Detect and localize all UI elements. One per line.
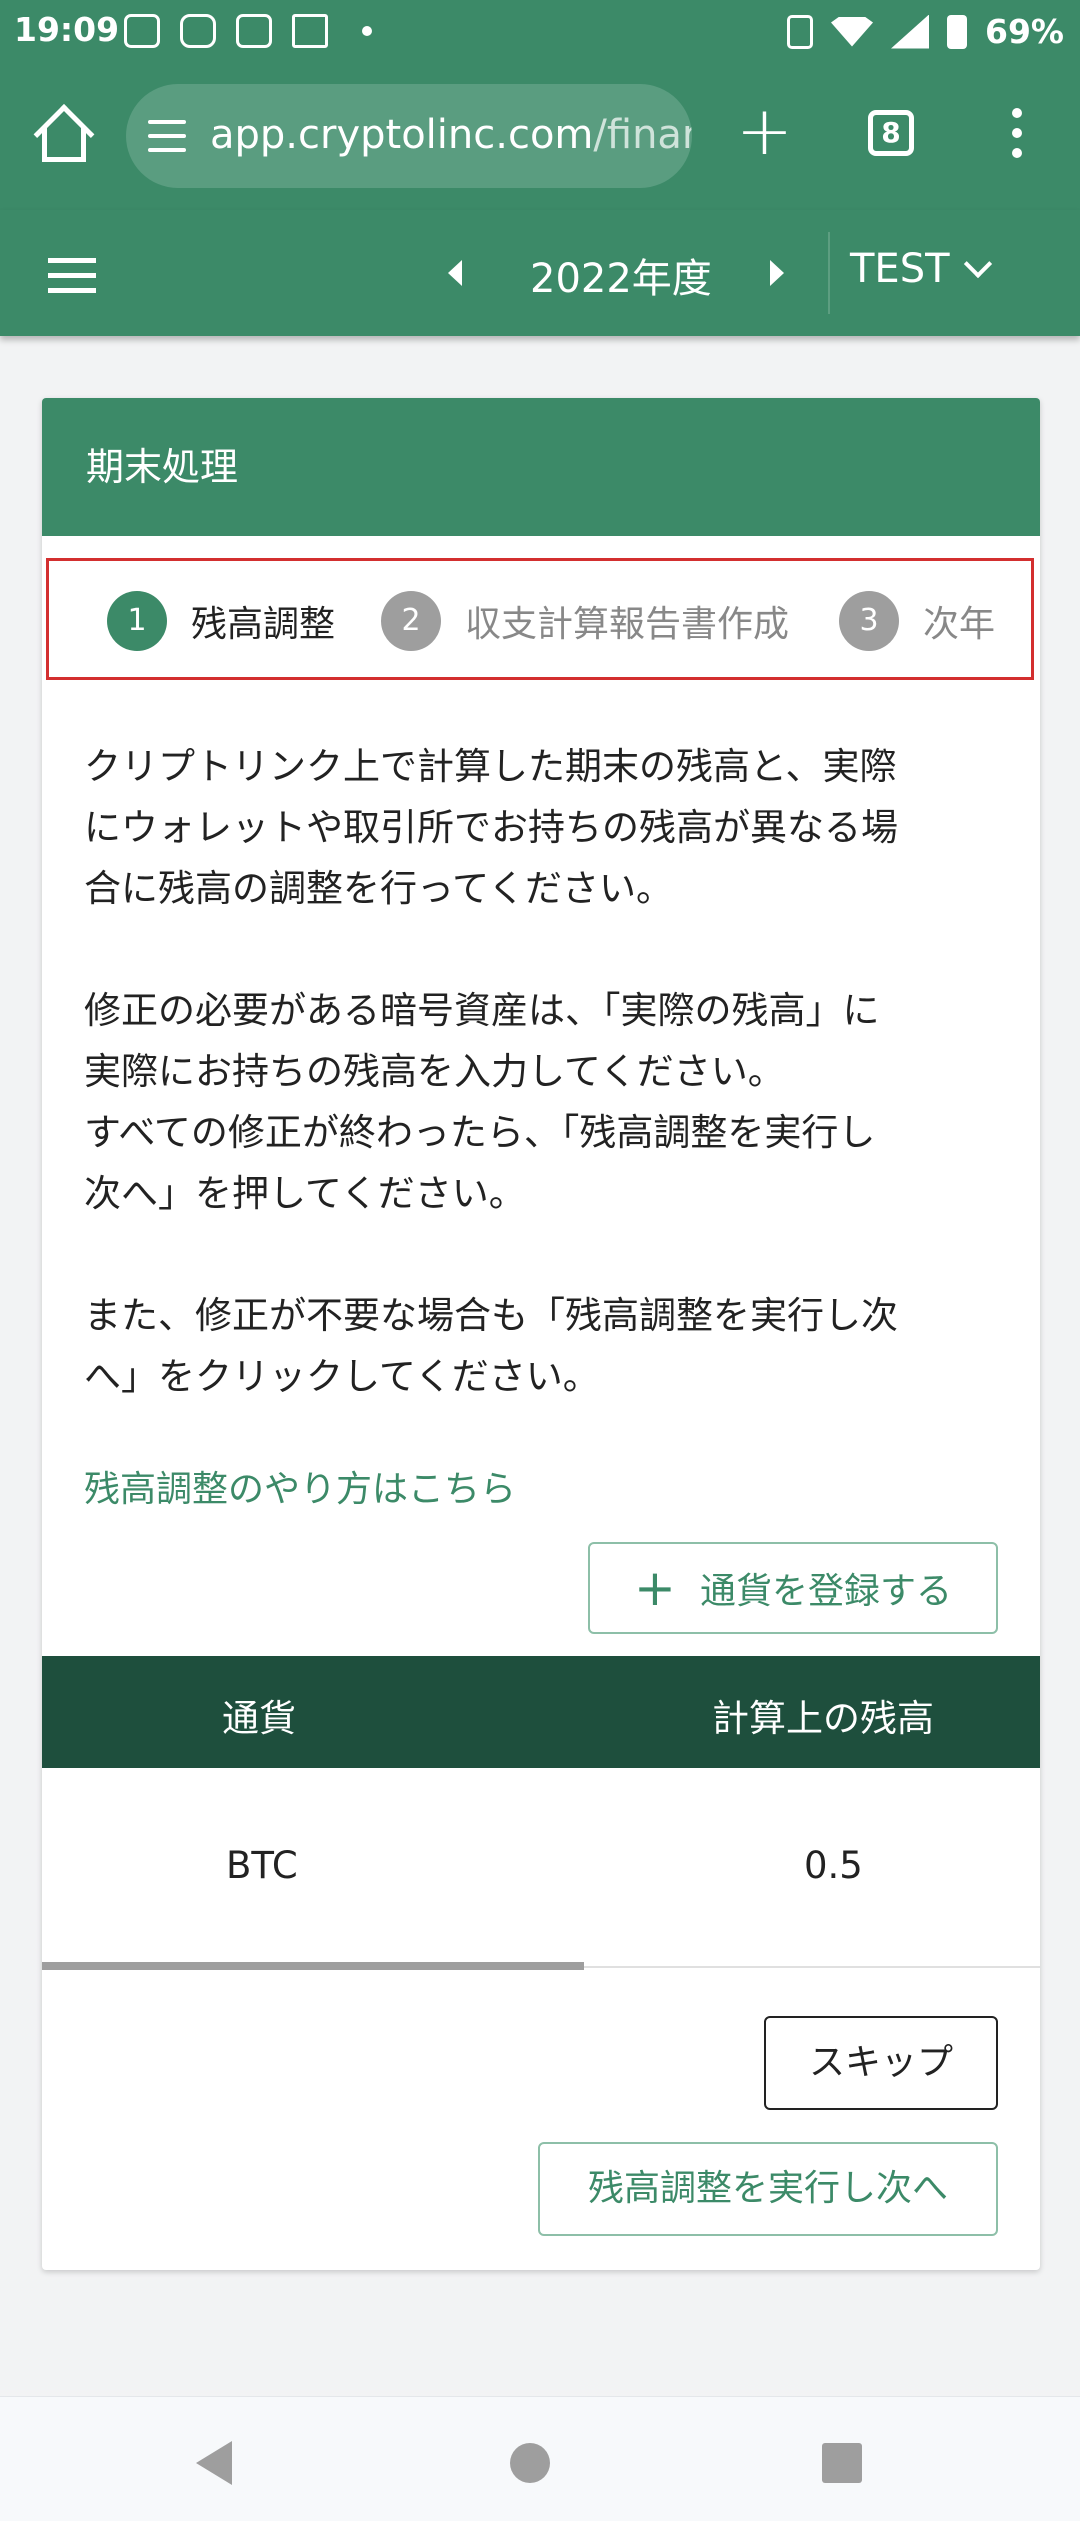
notification-icons — [124, 14, 372, 48]
address-bar[interactable]: app.cryptolinc.com/finar — [126, 84, 692, 188]
next-year-icon[interactable] — [770, 260, 784, 286]
step-number: 3 — [839, 591, 899, 651]
site-settings-icon[interactable] — [148, 120, 186, 152]
app-bar: 2022年度 TEST — [0, 210, 1080, 336]
add-currency-label: 通貨を登録する — [699, 1571, 952, 1612]
vibrate-icon — [787, 14, 813, 49]
sim-icon — [124, 14, 160, 48]
more-menu-icon[interactable] — [1012, 108, 1022, 168]
home-icon[interactable] — [36, 106, 92, 166]
table-header: 通貨 計算上の残高 — [42, 1656, 1040, 1768]
system-icons: 69% — [787, 12, 1064, 51]
battery-icon — [947, 14, 967, 49]
step-label: 収支計算報告書作成 — [465, 604, 790, 645]
step-number: 1 — [107, 591, 167, 651]
step-2: 2 収支計算報告書作成 — [381, 591, 789, 651]
instruction-line: へ」をクリックしてください。 — [84, 1355, 600, 1398]
appbar-divider — [828, 232, 830, 314]
instruction-line: 実際にお持ちの残高を入力してください。 — [84, 1050, 785, 1093]
plus-icon: + — [634, 1559, 676, 1617]
run-adjustment-next-button[interactable]: 残高調整を実行し次へ — [538, 2142, 998, 2236]
url-path: /finar — [593, 112, 692, 158]
battery-percent: 69% — [985, 12, 1064, 51]
stepper: 1 残高調整 2 収支計算報告書作成 3 次年 — [46, 558, 1034, 680]
instruction-line: クリプトリンク上で計算した期末の残高と、実際 — [84, 745, 897, 788]
howto-link[interactable]: 残高調整のやり方はこちら — [84, 1460, 516, 1512]
cell-balance: 0.5 — [804, 1844, 863, 1887]
cell-currency: BTC — [226, 1844, 298, 1887]
step-1: 1 残高調整 — [107, 591, 335, 651]
dot-icon — [362, 26, 372, 36]
column-header-currency: 通貨 — [222, 1697, 296, 1740]
step-label: 残高調整 — [191, 604, 336, 645]
home-circle-icon[interactable] — [510, 2443, 550, 2483]
period-end-card: 期末処理 1 残高調整 2 収支計算報告書作成 3 次年 クリプトリンク上で計算… — [42, 398, 1040, 2270]
fiscal-year-label: 2022年度 — [530, 256, 712, 302]
chevron-down-icon[interactable] — [963, 249, 993, 279]
add-currency-button[interactable]: + 通貨を登録する — [588, 1542, 998, 1634]
tiktok-icon — [236, 14, 272, 48]
instagram-icon — [180, 14, 216, 48]
step-number: 2 — [381, 591, 441, 651]
signal-icon — [891, 14, 929, 49]
browser-toolbar: app.cryptolinc.com/finar + 8 — [0, 62, 1080, 210]
tab-switcher-button[interactable]: 8 — [868, 110, 914, 156]
instruction-line: にウォレットや取引所でお持ちの残高が異なる場 — [84, 806, 898, 849]
status-time: 19:09 — [14, 10, 120, 49]
skip-button[interactable]: スキップ — [764, 2016, 998, 2110]
instruction-line: 次へ」を押してください。 — [84, 1172, 526, 1215]
system-nav-bar — [0, 2396, 1080, 2521]
instruction-line: すべての修正が終わったら、「残高調整を実行し — [84, 1111, 876, 1154]
back-icon[interactable] — [196, 2441, 232, 2485]
instruction-line: また、修正が不要な場合も「残高調整を実行し次 — [84, 1294, 898, 1337]
gmail-icon — [292, 14, 328, 48]
card-title: 期末処理 — [42, 398, 1040, 536]
instruction-line: 合に残高の調整を行ってください。 — [84, 867, 674, 910]
new-tab-button[interactable]: + — [736, 98, 793, 166]
wifi-icon — [831, 16, 873, 47]
step-3: 3 次年 — [839, 591, 995, 651]
status-bar: 19:09 69% — [0, 0, 1080, 62]
column-header-balance: 計算上の残高 — [712, 1697, 934, 1740]
menu-icon[interactable] — [48, 258, 96, 303]
instructions: クリプトリンク上で計算した期末の残高と、実際 にウォレットや取引所でお持ちの残高… — [84, 736, 1004, 1407]
instruction-line: 修正の必要がある暗号資産は、「実際の残高」に — [84, 989, 880, 1032]
prev-year-icon[interactable] — [448, 260, 462, 286]
url-text: app.cryptolinc.com/finar — [210, 112, 692, 158]
table-row: BTC 0.5 — [42, 1768, 1040, 1968]
recents-icon[interactable] — [822, 2443, 862, 2483]
step-label: 次年 — [923, 604, 996, 645]
horizontal-scrollbar[interactable] — [42, 1962, 584, 1970]
url-host: app.cryptolinc.com — [210, 112, 594, 158]
account-selector[interactable]: TEST — [850, 246, 950, 292]
